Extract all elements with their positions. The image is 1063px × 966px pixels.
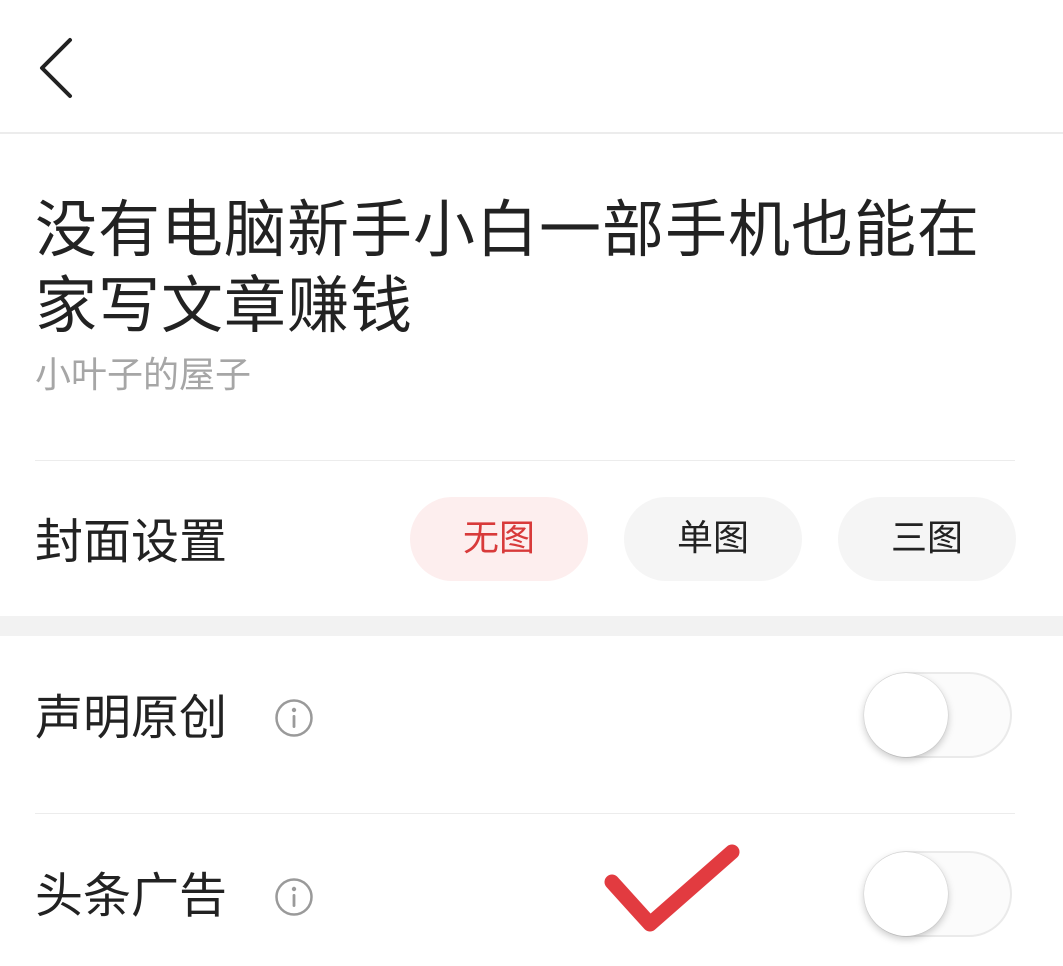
article-title: 没有电脑新手小白一部手机也能在家写文章赚钱	[35, 193, 981, 342]
cover-option-single[interactable]: 单图	[624, 497, 802, 581]
toggle-knob	[864, 852, 948, 936]
back-button[interactable]	[28, 30, 88, 106]
declare-original-toggle[interactable]	[864, 672, 1012, 758]
article-author: 小叶子的屋子	[35, 355, 252, 396]
chevron-left-icon	[40, 38, 72, 98]
headline-ads-toggle[interactable]	[864, 851, 1012, 937]
cover-option-none[interactable]: 无图	[410, 497, 588, 581]
section-separator	[0, 616, 1063, 636]
publish-settings-page: 没有电脑新手小白一部手机也能在家写文章赚钱 小叶子的屋子 封面设置 无图 单图 …	[0, 0, 1063, 966]
info-icon[interactable]	[274, 698, 314, 738]
cover-option-three[interactable]: 三图	[838, 497, 1016, 581]
divider	[35, 813, 1015, 814]
divider	[35, 460, 1015, 461]
declare-original-label: 声明原创	[35, 690, 228, 746]
cover-settings-label: 封面设置	[35, 514, 228, 570]
info-icon[interactable]	[274, 877, 314, 917]
headline-ads-label: 头条广告	[35, 868, 228, 924]
top-bar	[0, 0, 1063, 134]
toggle-knob	[864, 673, 948, 757]
checkmark-icon	[604, 844, 740, 932]
